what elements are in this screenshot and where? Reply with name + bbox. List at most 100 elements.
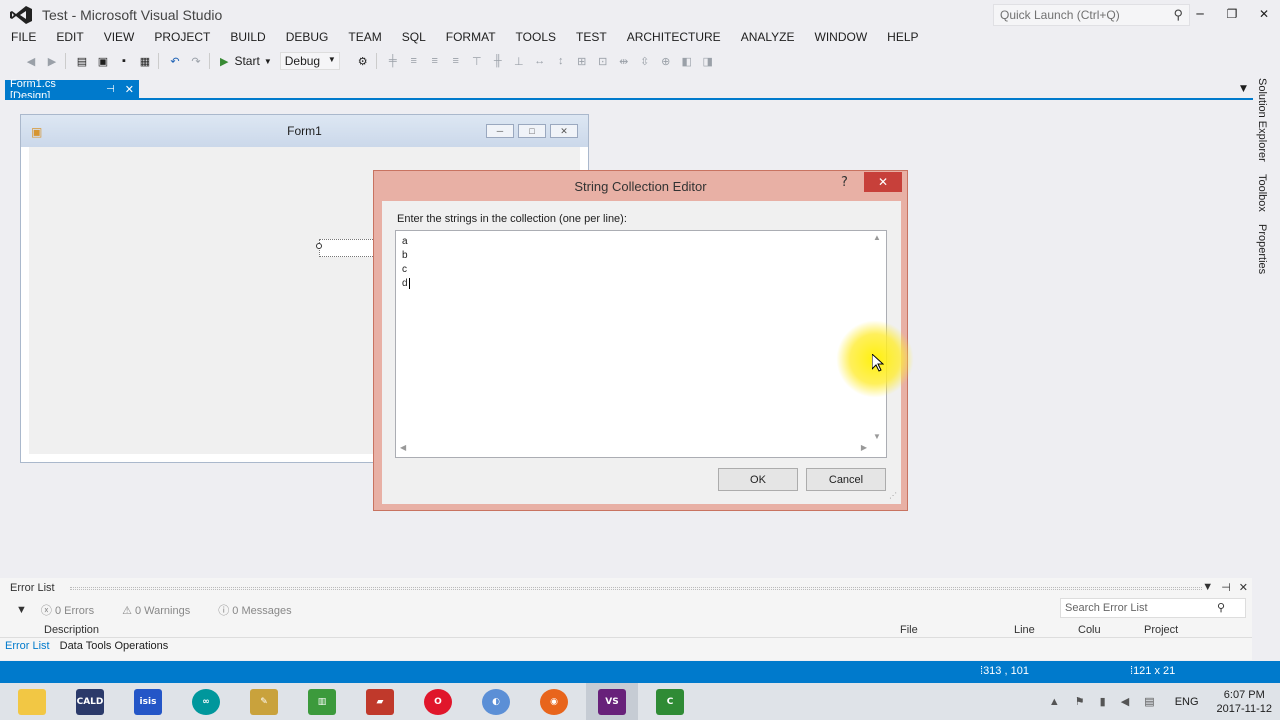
visual-studio-icon: VS	[598, 688, 626, 715]
messages-filter[interactable]: ⓘ 0 Messages	[218, 602, 305, 618]
scroll-left-icon[interactable]: ◀	[400, 443, 406, 452]
tab-error-list[interactable]: Error List	[0, 637, 55, 657]
menu-file[interactable]: FILE	[0, 28, 45, 48]
taskbar-visual-studio[interactable]: VS	[586, 683, 638, 720]
column-file[interactable]: File	[900, 624, 918, 636]
align-tops-icon[interactable]: ⊤	[468, 52, 486, 70]
save-all-icon[interactable]: ▦	[136, 52, 154, 70]
scroll-down-icon[interactable]: ▼	[873, 432, 881, 441]
dialog-close-button[interactable]: ✕	[864, 172, 902, 192]
menu-test[interactable]: TEST	[565, 28, 616, 48]
column-description[interactable]: Description	[44, 624, 99, 636]
align-middles-icon[interactable]: ╫	[489, 52, 507, 70]
help-button[interactable]: ?	[841, 175, 848, 190]
save-icon[interactable]: ▪	[115, 52, 133, 70]
pin-icon[interactable]: ⊣	[106, 84, 115, 95]
drag-grip[interactable]	[70, 587, 1202, 590]
taskbar-isis[interactable]: isis	[122, 683, 174, 720]
warnings-filter[interactable]: ⚠ 0 Warnings	[122, 604, 204, 617]
align-rights-icon[interactable]: ≡	[447, 52, 465, 70]
restore-button[interactable]: ❐	[1216, 0, 1248, 28]
menu-build[interactable]: BUILD	[219, 28, 274, 48]
ok-button[interactable]: OK	[718, 468, 798, 491]
column-project[interactable]: Project	[1144, 624, 1178, 636]
taskbar-spreadsheet[interactable]: ▥	[296, 683, 348, 720]
menu-help[interactable]: HELP	[876, 28, 927, 48]
menu-sql[interactable]: SQL	[391, 28, 435, 48]
tab-data-tools-operations[interactable]: Data Tools Operations	[55, 637, 174, 657]
horizontal-scrollbar[interactable]: ◀ ▶	[396, 441, 871, 457]
menu-architecture[interactable]: ARCHITECTURE	[616, 28, 730, 48]
cancel-button[interactable]: Cancel	[806, 468, 886, 491]
errors-filter[interactable]: ⓧ 0 Errors	[41, 602, 108, 618]
strings-textarea[interactable]: a b c d ▲ ▼ ◀ ▶	[395, 230, 887, 458]
open-file-icon[interactable]: ▣	[94, 52, 112, 70]
tray-icons[interactable]: ▲ ⚑ ▮ ◀ ▤	[1049, 695, 1161, 708]
align-bottoms-icon[interactable]: ⊥	[510, 52, 528, 70]
tab-dropdown-icon[interactable]: ▼	[1240, 84, 1247, 94]
scroll-right-icon[interactable]: ▶	[861, 443, 867, 452]
taskbar-arduino[interactable]: ∞	[180, 683, 232, 720]
taskbar-file-explorer[interactable]	[6, 683, 58, 720]
bring-front-icon[interactable]: ◧	[678, 52, 696, 70]
taskbar-codeblocks[interactable]: C	[644, 683, 696, 720]
menu-view[interactable]: VIEW	[93, 28, 144, 48]
menu-format[interactable]: FORMAT	[435, 28, 505, 48]
column-column[interactable]: Colu	[1078, 624, 1101, 636]
redo-icon[interactable]: ↷	[187, 52, 205, 70]
start-button[interactable]: ▶ Start ▼	[220, 54, 272, 68]
align-lefts-icon[interactable]: ≡	[405, 52, 423, 70]
taskbar-caldi[interactable]: CALD	[64, 683, 116, 720]
v-spacing-icon[interactable]: ⇳	[636, 52, 654, 70]
forward-icon[interactable]: ▶	[43, 52, 61, 70]
properties-tab[interactable]: Properties	[1256, 224, 1268, 274]
taskbar-tool[interactable]: ✎	[238, 683, 290, 720]
minimize-button[interactable]: ─	[1184, 0, 1216, 28]
align-centers-icon[interactable]: ≡	[426, 52, 444, 70]
send-back-icon[interactable]: ◨	[699, 52, 717, 70]
panel-dropdown-icon[interactable]: ▼	[1202, 581, 1213, 594]
combobox-move-handle[interactable]	[316, 243, 322, 249]
menu-window[interactable]: WINDOW	[804, 28, 877, 48]
menu-project[interactable]: PROJECT	[143, 28, 219, 48]
standard-toolbar: ◀ ▶ ▤ ▣ ▪ ▦ ↶ ↷ ▶ Start ▼ Debug ▼ ⚙ ╪ ≡ …	[0, 50, 1280, 72]
close-tab-icon[interactable]: ✕	[125, 83, 134, 96]
same-height-icon[interactable]: ↕	[552, 52, 570, 70]
combobox-control[interactable]	[319, 239, 375, 257]
attach-icon[interactable]: ⚙	[354, 52, 372, 70]
taskbar-opera[interactable]: O	[412, 683, 464, 720]
undo-icon[interactable]: ↶	[166, 52, 184, 70]
toolbox-tab[interactable]: Toolbox	[1256, 174, 1268, 212]
new-project-icon[interactable]: ▤	[73, 52, 91, 70]
solution-configuration-select[interactable]: Debug ▼	[279, 52, 340, 70]
taskbar-book[interactable]: ▰	[354, 683, 406, 720]
taskbar-browser[interactable]: ◐	[470, 683, 522, 720]
back-icon[interactable]: ◀	[22, 52, 40, 70]
pin-icon[interactable]: ⊣	[1221, 581, 1231, 594]
align-grid-icon[interactable]: ╪	[384, 52, 402, 70]
size-to-grid-icon[interactable]: ⊡	[594, 52, 612, 70]
quick-launch-input[interactable]: Quick Launch (Ctrl+Q) ⚲	[993, 4, 1190, 26]
search-error-list-input[interactable]: Search Error List ⚲	[1060, 598, 1246, 618]
resize-grip-icon[interactable]: ⋰	[889, 491, 897, 500]
menu-bar: FILE EDIT VIEW PROJECT BUILD DEBUG TEAM …	[0, 28, 928, 48]
solution-explorer-tab[interactable]: Solution Explorer	[1256, 78, 1268, 162]
column-line[interactable]: Line	[1014, 624, 1035, 636]
same-width-icon[interactable]: ↔	[531, 52, 549, 70]
filter-icon[interactable]: ▼	[16, 604, 27, 616]
menu-analyze[interactable]: ANALYZE	[730, 28, 804, 48]
menu-team[interactable]: TEAM	[337, 28, 390, 48]
taskbar-firefox[interactable]: ◉	[528, 683, 580, 720]
menu-edit[interactable]: EDIT	[45, 28, 92, 48]
menu-tools[interactable]: TOOLS	[505, 28, 565, 48]
close-panel-icon[interactable]: ✕	[1239, 581, 1248, 594]
clock[interactable]: 6:07 PM 2017-11-12	[1217, 688, 1272, 716]
language-indicator[interactable]: ENG	[1175, 696, 1199, 708]
tab-form1-design[interactable]: Form1.cs [Design] ⊣ ✕	[5, 78, 139, 102]
scroll-up-icon[interactable]: ▲	[873, 233, 881, 242]
menu-debug[interactable]: DEBUG	[275, 28, 338, 48]
h-spacing-icon[interactable]: ⇹	[615, 52, 633, 70]
same-size-icon[interactable]: ⊞	[573, 52, 591, 70]
close-window-button[interactable]: ✕	[1248, 0, 1280, 28]
center-icon[interactable]: ⊕	[657, 52, 675, 70]
